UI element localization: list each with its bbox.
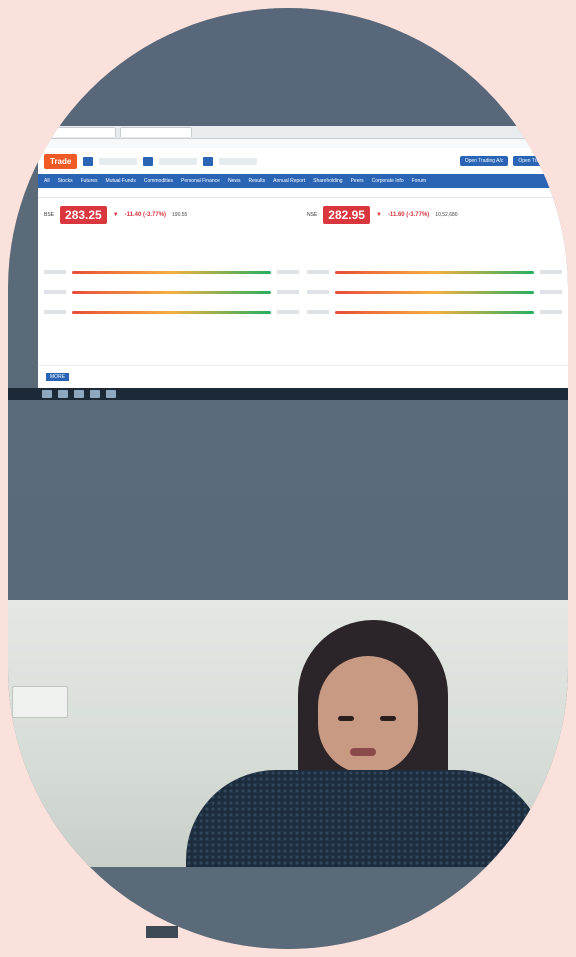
filter-pill[interactable] [143, 156, 154, 166]
filter-text [99, 157, 138, 165]
wall-top [8, 8, 568, 126]
mouth [350, 748, 376, 756]
filter-text [219, 157, 258, 165]
nav-item[interactable]: News [228, 178, 241, 184]
nav-item[interactable]: Personal Finance [181, 178, 220, 184]
site-logo[interactable]: Trade [44, 153, 78, 169]
range-row [44, 282, 299, 302]
nav-item[interactable]: Forum [412, 178, 426, 184]
range-row [44, 262, 299, 282]
nav-item[interactable]: Mutual Funds [106, 178, 136, 184]
explorer-icon[interactable] [58, 390, 68, 398]
wall-mid [8, 400, 568, 500]
down-arrow-icon: ▼ [375, 212, 382, 218]
range-row [307, 262, 562, 282]
open-trading-button[interactable]: Open Trading A/c [513, 156, 562, 166]
range-row [307, 302, 562, 322]
news-strip: MORE [38, 365, 568, 388]
filter-pill[interactable] [83, 156, 94, 166]
nav-item[interactable]: Annual Report [273, 178, 305, 184]
quote-panels: BSE 283.25 ▼ -11.40 (-3.77%) 190.55 NSE … [38, 198, 568, 326]
quote-card-bse: BSE 283.25 ▼ -11.40 (-3.77%) 190.55 [44, 206, 299, 326]
browser-screen: Trade Open Trading A/c Open Trading A/c … [38, 126, 568, 388]
rounded-photo-frame: Trade Open Trading A/c Open Trading A/c … [8, 8, 568, 949]
filter-text [159, 157, 198, 165]
nav-item[interactable]: Corporate Info [372, 178, 404, 184]
nav-item[interactable]: Peers [351, 178, 364, 184]
shirt [186, 770, 546, 867]
volume-value: 10,52,680 [435, 212, 458, 218]
volume-value: 190.55 [172, 212, 188, 218]
price-badge: 283.25 [60, 206, 107, 224]
quote-card-nse: NSE 282.95 ▼ -11.60 (-3.77%) 10,52,680 [307, 206, 562, 326]
price-change: -11.60 (-3.77%) [387, 212, 430, 218]
nav-item[interactable]: All [44, 178, 50, 184]
filter-pill[interactable] [203, 156, 214, 166]
price-badge: 282.95 [323, 206, 370, 224]
wall-bottom [8, 867, 568, 949]
address-bar[interactable] [38, 139, 568, 148]
browser-tab-bar [38, 126, 568, 139]
webcam-video [8, 600, 568, 867]
wall-mid [8, 500, 568, 600]
sub-nav [38, 188, 568, 198]
bottom-artifact [146, 926, 178, 938]
nav-item[interactable]: Futures [81, 178, 98, 184]
range-row [307, 282, 562, 302]
nav-item[interactable]: Shareholding [313, 178, 342, 184]
exchange-label: NSE [307, 212, 318, 218]
windows-taskbar [8, 388, 568, 400]
cta-group: Open Trading A/c Open Trading A/c [459, 156, 562, 166]
price-change: -11.40 (-3.77%) [124, 212, 167, 218]
open-trading-button[interactable]: Open Trading A/c [459, 156, 509, 166]
folder-icon[interactable] [74, 390, 84, 398]
app-icon[interactable] [106, 390, 116, 398]
main-nav: All Stocks Futures Mutual Funds Commodit… [38, 174, 568, 188]
eye [338, 716, 354, 721]
start-icon[interactable] [42, 390, 52, 398]
presenter [186, 620, 546, 867]
nav-item[interactable]: Commodities [144, 178, 173, 184]
browser-icon[interactable] [90, 390, 100, 398]
down-arrow-icon: ▼ [112, 212, 119, 218]
browser-tab[interactable] [120, 127, 192, 137]
exchange-label: BSE [44, 212, 55, 218]
nav-item[interactable]: Results [248, 178, 265, 184]
more-badge[interactable]: MORE [46, 373, 69, 381]
face [318, 656, 418, 774]
nav-item[interactable]: Stocks [58, 178, 73, 184]
wall-outlet [12, 686, 68, 718]
browser-tab[interactable] [44, 127, 116, 137]
site-header: Trade Open Trading A/c Open Trading A/c [38, 148, 568, 174]
eye [380, 716, 396, 721]
range-row [44, 302, 299, 322]
